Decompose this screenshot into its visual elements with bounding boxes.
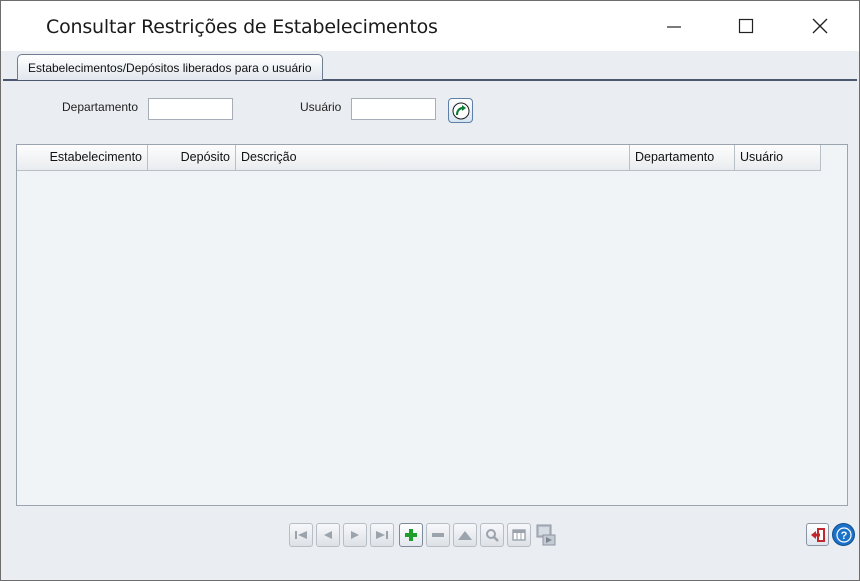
first-icon bbox=[295, 531, 307, 539]
minimize-button[interactable] bbox=[646, 1, 702, 51]
edit-record-button[interactable] bbox=[453, 523, 477, 547]
prior-record-button[interactable] bbox=[316, 523, 340, 547]
tab-estabelecimentos-depositos[interactable]: Estabelecimentos/Depósitos liberados par… bbox=[17, 54, 323, 80]
departamento-input[interactable] bbox=[148, 98, 233, 120]
title-bar: Consultar Restrições de Estabelecimentos bbox=[1, 1, 859, 51]
next-icon bbox=[351, 531, 359, 539]
last-icon bbox=[376, 531, 388, 539]
maximize-icon bbox=[738, 18, 754, 34]
results-table[interactable]: Estabelecimento Depósito Descrição Depar… bbox=[16, 144, 848, 506]
maximize-button[interactable] bbox=[718, 1, 774, 51]
exit-icon bbox=[810, 527, 825, 542]
triangle-up-icon bbox=[458, 531, 472, 540]
delete-record-button[interactable] bbox=[426, 523, 450, 547]
usuario-input[interactable] bbox=[351, 98, 436, 120]
minus-icon bbox=[432, 533, 444, 537]
column-header-estabelecimento[interactable]: Estabelecimento bbox=[17, 145, 148, 170]
insert-record-button[interactable] bbox=[399, 523, 423, 547]
plus-icon bbox=[405, 529, 417, 541]
grid-icon bbox=[512, 529, 526, 541]
execute-query-button[interactable] bbox=[448, 98, 473, 123]
column-header-deposito[interactable]: Depósito bbox=[148, 145, 236, 170]
help-button[interactable]: ? bbox=[832, 523, 855, 546]
export-record-button[interactable] bbox=[534, 523, 558, 547]
departamento-label: Departamento bbox=[62, 100, 139, 114]
exit-button[interactable] bbox=[806, 523, 829, 546]
usuario-label: Usuário bbox=[300, 100, 342, 114]
refresh-arrow-icon bbox=[452, 102, 469, 119]
table-header: Estabelecimento Depósito Descrição Depar… bbox=[17, 145, 821, 171]
search-record-button[interactable] bbox=[480, 523, 504, 547]
main-window: Consultar Restrições de Estabelecimentos… bbox=[0, 0, 860, 581]
svg-text:?: ? bbox=[840, 530, 847, 542]
column-header-departamento[interactable]: Departamento bbox=[630, 145, 735, 170]
last-record-button[interactable] bbox=[370, 523, 394, 547]
magnifier-icon bbox=[486, 529, 499, 542]
export-icon bbox=[536, 524, 556, 546]
close-button[interactable] bbox=[792, 1, 848, 51]
column-header-usuario[interactable]: Usuário bbox=[735, 145, 821, 170]
columns-record-button[interactable] bbox=[507, 523, 531, 547]
prev-icon bbox=[324, 531, 332, 539]
next-record-button[interactable] bbox=[343, 523, 367, 547]
window-title: Consultar Restrições de Estabelecimentos bbox=[46, 16, 438, 38]
help-icon: ? bbox=[835, 526, 852, 543]
minimize-icon bbox=[667, 26, 681, 28]
first-record-button[interactable] bbox=[289, 523, 313, 547]
close-icon bbox=[812, 18, 828, 34]
column-header-descricao[interactable]: Descrição bbox=[236, 145, 630, 170]
